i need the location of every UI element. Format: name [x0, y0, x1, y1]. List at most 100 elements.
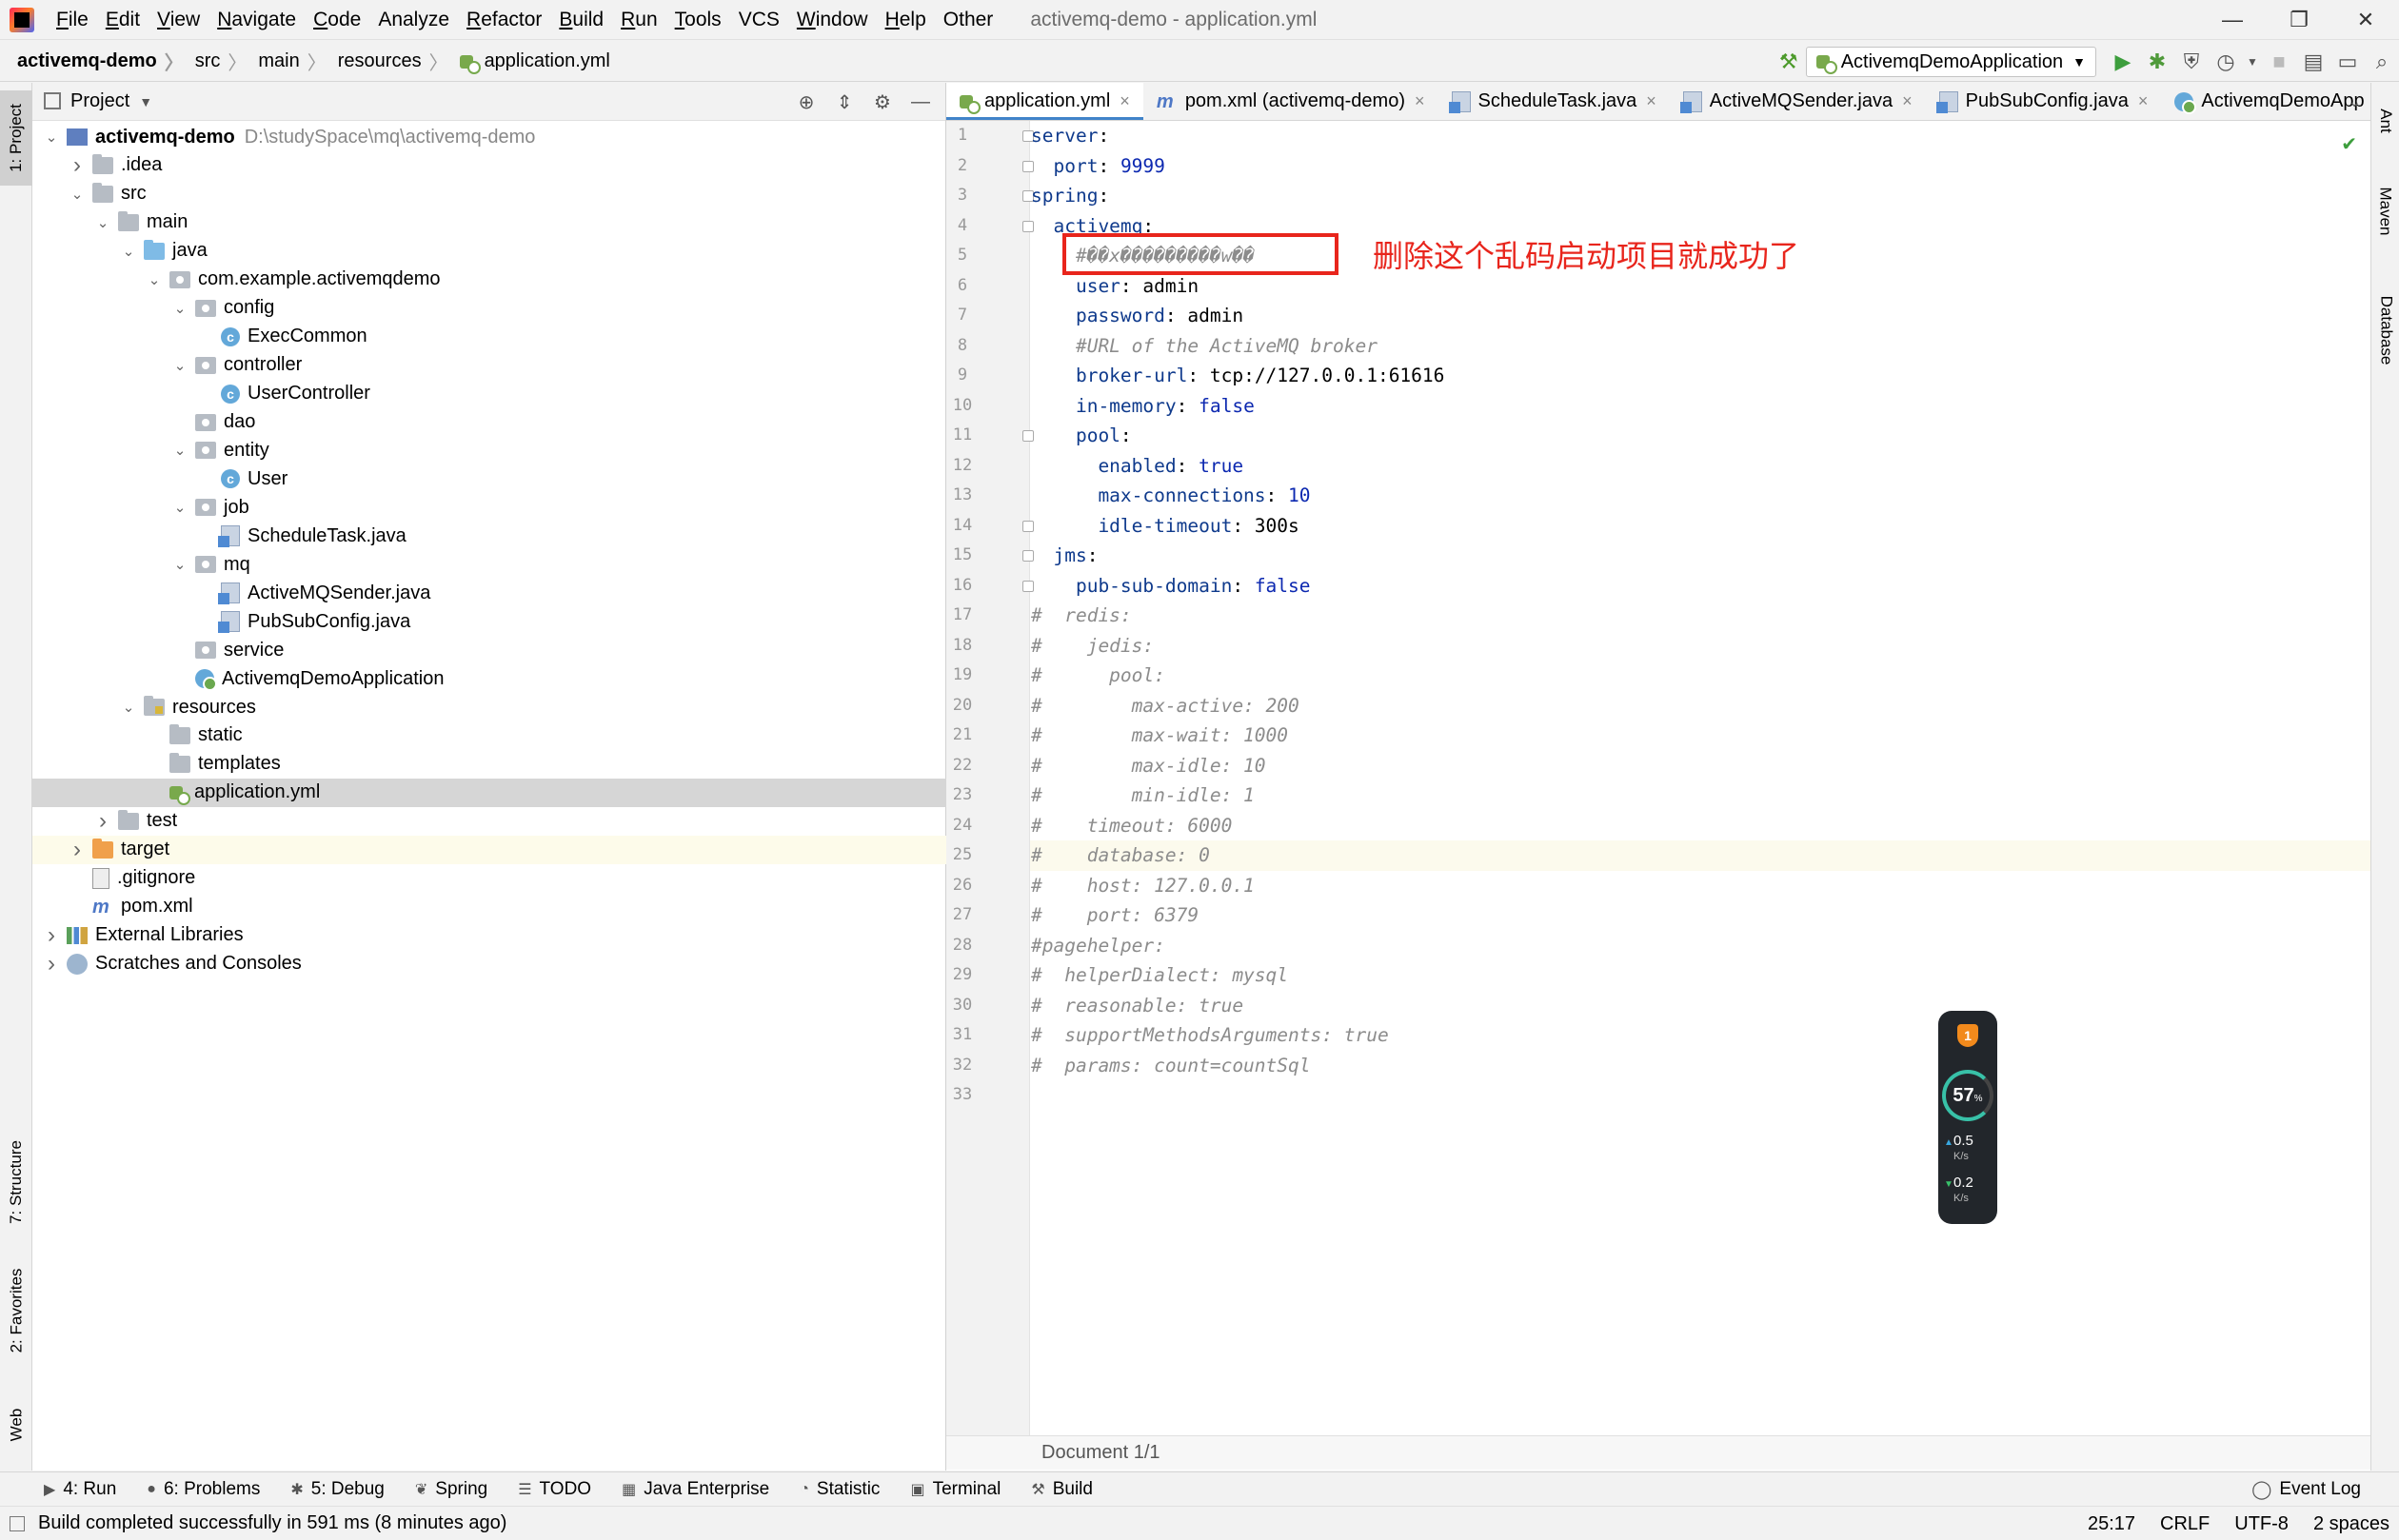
code-line[interactable]: # timeout: 6000: [1030, 811, 2370, 841]
restore-icon[interactable]: ❐: [2266, 0, 2332, 40]
tree-node[interactable]: ⌄ resources: [32, 693, 946, 721]
chevron-down-icon[interactable]: ⌄: [68, 186, 87, 203]
collapse-all-icon[interactable]: ⇕: [825, 85, 863, 119]
code-line[interactable]: idle-timeout: 300s: [1030, 511, 2370, 542]
tool-tab-spring[interactable]: ❦ Spring: [400, 1479, 503, 1500]
tree-node[interactable]: ⌄ controller: [32, 351, 946, 380]
breadcrumb-resources[interactable]: resources 〉: [327, 48, 448, 75]
chevron-down-icon[interactable]: ⌄: [170, 300, 189, 317]
close-tab-icon[interactable]: ×: [1646, 91, 1656, 111]
coverage-icon[interactable]: ⛨: [2174, 45, 2209, 79]
hide-panel-icon[interactable]: —: [902, 85, 940, 119]
breadcrumb-project[interactable]: activemq-demo 〉: [0, 48, 184, 75]
tool-tab-maven[interactable]: Maven: [2371, 168, 2399, 254]
tool-tab-web[interactable]: Web: [0, 1387, 32, 1463]
tool-tab-debug[interactable]: ✱ 5: Debug: [275, 1479, 400, 1500]
line-separator[interactable]: CRLF: [2160, 1513, 2210, 1535]
menu-item[interactable]: File: [48, 0, 97, 40]
tree-node[interactable]: ActivemqDemoApplication: [32, 664, 946, 693]
tree-node[interactable]: › Scratches and Consoles: [32, 950, 946, 978]
status-toggle-icon[interactable]: [10, 1515, 25, 1531]
chevron-right-icon[interactable]: ›: [42, 951, 61, 977]
tree-node[interactable]: › .idea: [32, 151, 946, 180]
close-tab-icon[interactable]: ×: [1902, 91, 1913, 111]
tree-node[interactable]: static: [32, 721, 946, 750]
editor-tab[interactable]: PubSubConfig.java ×: [1926, 83, 2162, 120]
close-tab-icon[interactable]: ×: [1120, 91, 1130, 111]
tool-tab-problems[interactable]: ● 6: Problems: [131, 1479, 275, 1500]
menu-item[interactable]: Edit: [97, 0, 149, 40]
editor-tab[interactable]: application.yml ×: [946, 83, 1143, 120]
status-message[interactable]: Build completed successfully in 591 ms (…: [10, 1512, 506, 1534]
tool-tab-favorites[interactable]: 2: Favorites: [0, 1254, 32, 1368]
stop-icon[interactable]: ■: [2262, 45, 2296, 79]
caret-position[interactable]: 25:17: [2088, 1513, 2135, 1535]
code-line[interactable]: # supportMethodsArguments: true: [1030, 1020, 2370, 1051]
tool-tab-build[interactable]: ⚒ Build: [1016, 1479, 1108, 1500]
code-line[interactable]: # port: 6379: [1030, 900, 2370, 931]
code-line[interactable]: max-connections: 10: [1030, 481, 2370, 511]
code-line[interactable]: # max-idle: 10: [1030, 751, 2370, 781]
chevron-right-icon[interactable]: ›: [68, 837, 87, 863]
chevron-down-icon[interactable]: ⌄: [170, 442, 189, 459]
chevron-down-icon[interactable]: ⌄: [145, 271, 164, 288]
menu-item[interactable]: Code: [305, 0, 369, 40]
tree-node[interactable]: ⌄ java: [32, 237, 946, 266]
tool-tab-todo[interactable]: ☰ TODO: [503, 1479, 606, 1500]
profile-icon[interactable]: ◷: [2209, 45, 2243, 79]
chevron-down-icon[interactable]: ⌄: [42, 128, 61, 146]
editor-tab[interactable]: ActivemqDemoApp: [2161, 83, 2370, 120]
tree-node[interactable]: ⌄ com.example.activemqdemo: [32, 266, 946, 294]
tree-node[interactable]: ⌄ config: [32, 294, 946, 323]
code-line[interactable]: in-memory: false: [1030, 391, 2370, 422]
run-configuration-select[interactable]: ActivemqDemoApplication ▼: [1805, 47, 2096, 77]
code-line[interactable]: # host: 127.0.0.1: [1030, 871, 2370, 901]
code-area[interactable]: server: port: 9999 spring: activemq: #��x…: [1030, 121, 2370, 1450]
code-line[interactable]: #pagehelper:: [1030, 931, 2370, 961]
tree-node[interactable]: dao: [32, 408, 946, 437]
menu-item[interactable]: Refactor: [458, 0, 550, 40]
tree-node[interactable]: PubSubConfig.java: [32, 607, 946, 636]
code-line[interactable]: port: 9999: [1030, 151, 2370, 182]
breadcrumb-file[interactable]: application.yml: [448, 50, 610, 74]
indent-setting[interactable]: 2 spaces: [2313, 1513, 2389, 1535]
chevron-right-icon[interactable]: ›: [42, 922, 61, 949]
editor-tab[interactable]: ActiveMQSender.java ×: [1670, 83, 1926, 120]
debug-icon[interactable]: ✱: [2140, 45, 2174, 79]
tool-tab-structure[interactable]: 7: Structure: [0, 1120, 32, 1244]
code-line[interactable]: jms:: [1030, 541, 2370, 571]
project-structure-icon[interactable]: ▤: [2296, 45, 2330, 79]
menu-item[interactable]: Build: [550, 0, 612, 40]
code-line[interactable]: # reasonable: true: [1030, 991, 2370, 1021]
tree-node[interactable]: c ExecCommon: [32, 323, 946, 351]
tool-tab-ant[interactable]: Ant: [2371, 92, 2399, 149]
tree-node[interactable]: ⌄ job: [32, 493, 946, 522]
search-icon[interactable]: ⌕: [2365, 45, 2399, 79]
tree-node[interactable]: ⌄ activemq-demo D:\studySpace\mq\activemq-…: [32, 123, 946, 151]
inspection-ok-icon[interactable]: ✔: [2341, 132, 2357, 156]
run-icon[interactable]: ▶: [2106, 45, 2140, 79]
minimize-icon[interactable]: —: [2199, 0, 2266, 40]
tree-node[interactable]: › target: [32, 835, 946, 864]
menu-item[interactable]: Help: [877, 0, 935, 40]
project-panel-title[interactable]: Project: [70, 90, 129, 112]
menu-item[interactable]: Analyze: [369, 0, 458, 40]
chevron-right-icon[interactable]: ›: [68, 152, 87, 179]
menu-item[interactable]: View: [149, 0, 208, 40]
tab-overflow-chevron-icon[interactable]: ⌄: [2349, 92, 2361, 111]
code-line[interactable]: enabled: true: [1030, 451, 2370, 482]
chevron-right-icon[interactable]: ›: [93, 808, 112, 835]
chevron-down-icon[interactable]: ▼: [139, 94, 152, 109]
chevron-down-icon[interactable]: ⌄: [119, 699, 138, 716]
editor-tab[interactable]: ScheduleTask.java ×: [1438, 83, 1670, 120]
chevron-down-icon[interactable]: ⌄: [170, 499, 189, 516]
code-line[interactable]: # pool:: [1030, 661, 2370, 691]
code-line[interactable]: #URL of the ActiveMQ broker: [1030, 331, 2370, 362]
tree-node[interactable]: › External Libraries: [32, 921, 946, 950]
tool-tab-java-enterprise[interactable]: ▦ Java Enterprise: [606, 1479, 784, 1500]
chevron-down-icon[interactable]: ⌄: [170, 357, 189, 374]
tree-node[interactable]: .gitignore: [32, 864, 946, 893]
menu-item[interactable]: Other: [935, 0, 1002, 40]
menu-item[interactable]: Tools: [666, 0, 730, 40]
file-encoding[interactable]: UTF-8: [2234, 1513, 2289, 1535]
